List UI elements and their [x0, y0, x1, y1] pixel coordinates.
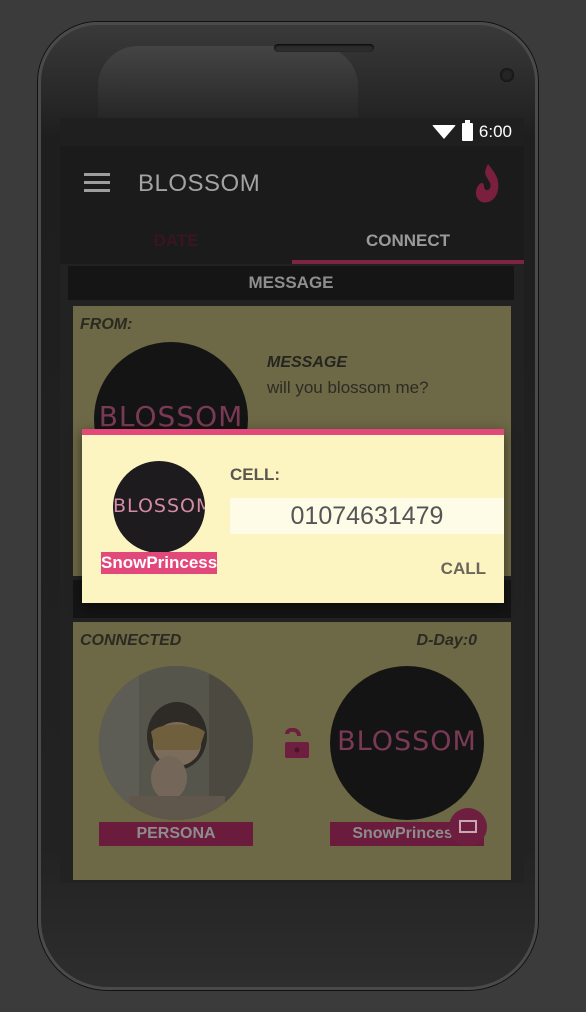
unlock-icon[interactable] — [281, 728, 311, 760]
contact-dialog: BLOSSOM SnowPrincess CELL: 01074631479 C… — [82, 429, 504, 603]
tab-connect[interactable]: CONNECT — [292, 222, 524, 264]
connected-card: CONNECTED D-Day:0 BLOSSOM PERSONA SnowPr… — [73, 622, 511, 880]
dialog-avatar: BLOSSOM — [113, 461, 205, 553]
screen: 6:00 BLOSSOM DATE CONNECT MESSAGE FROM: … — [60, 118, 524, 883]
content-area: MESSAGE FROM: BLOSSOM MESSAGE will you b… — [60, 264, 524, 883]
partner-avatar[interactable]: BLOSSOM — [330, 666, 484, 820]
tab-date[interactable]: DATE — [60, 222, 292, 264]
persona-photo — [99, 666, 253, 820]
message-body: will you blossom me? — [267, 378, 429, 397]
message-section-header: MESSAGE — [68, 266, 514, 300]
phone-speaker — [274, 44, 374, 52]
cell-label: CELL: — [230, 465, 281, 484]
status-time: 6:00 — [478, 122, 512, 141]
mail-icon — [459, 820, 477, 833]
status-bar: 6:00 — [60, 118, 524, 146]
tab-bar: DATE CONNECT — [60, 222, 524, 264]
from-label: FROM: — [80, 316, 133, 333]
app-bar: BLOSSOM — [60, 146, 524, 222]
call-button[interactable]: CALL — [441, 559, 486, 579]
cell-number: 01074631479 — [230, 498, 504, 534]
flame-icon[interactable] — [472, 162, 502, 206]
dday-label: D-Day:0 — [416, 632, 477, 649]
dialog-username: SnowPrincess — [101, 552, 218, 574]
message-title: MESSAGE — [267, 354, 348, 371]
partner-logo-text: BLOSSOM — [337, 726, 477, 757]
connected-label: CONNECTED — [80, 632, 182, 649]
message-fab[interactable] — [449, 808, 487, 846]
wifi-icon — [431, 125, 456, 139]
battery-icon — [461, 120, 473, 141]
dialog-logo-text: BLOSSOM — [113, 495, 205, 517]
persona-avatar[interactable] — [99, 666, 253, 820]
app-title: BLOSSOM — [138, 170, 261, 197]
phone-camera — [500, 68, 514, 82]
menu-icon[interactable] — [84, 173, 110, 193]
persona-name-tag: PERSONA — [99, 822, 253, 846]
